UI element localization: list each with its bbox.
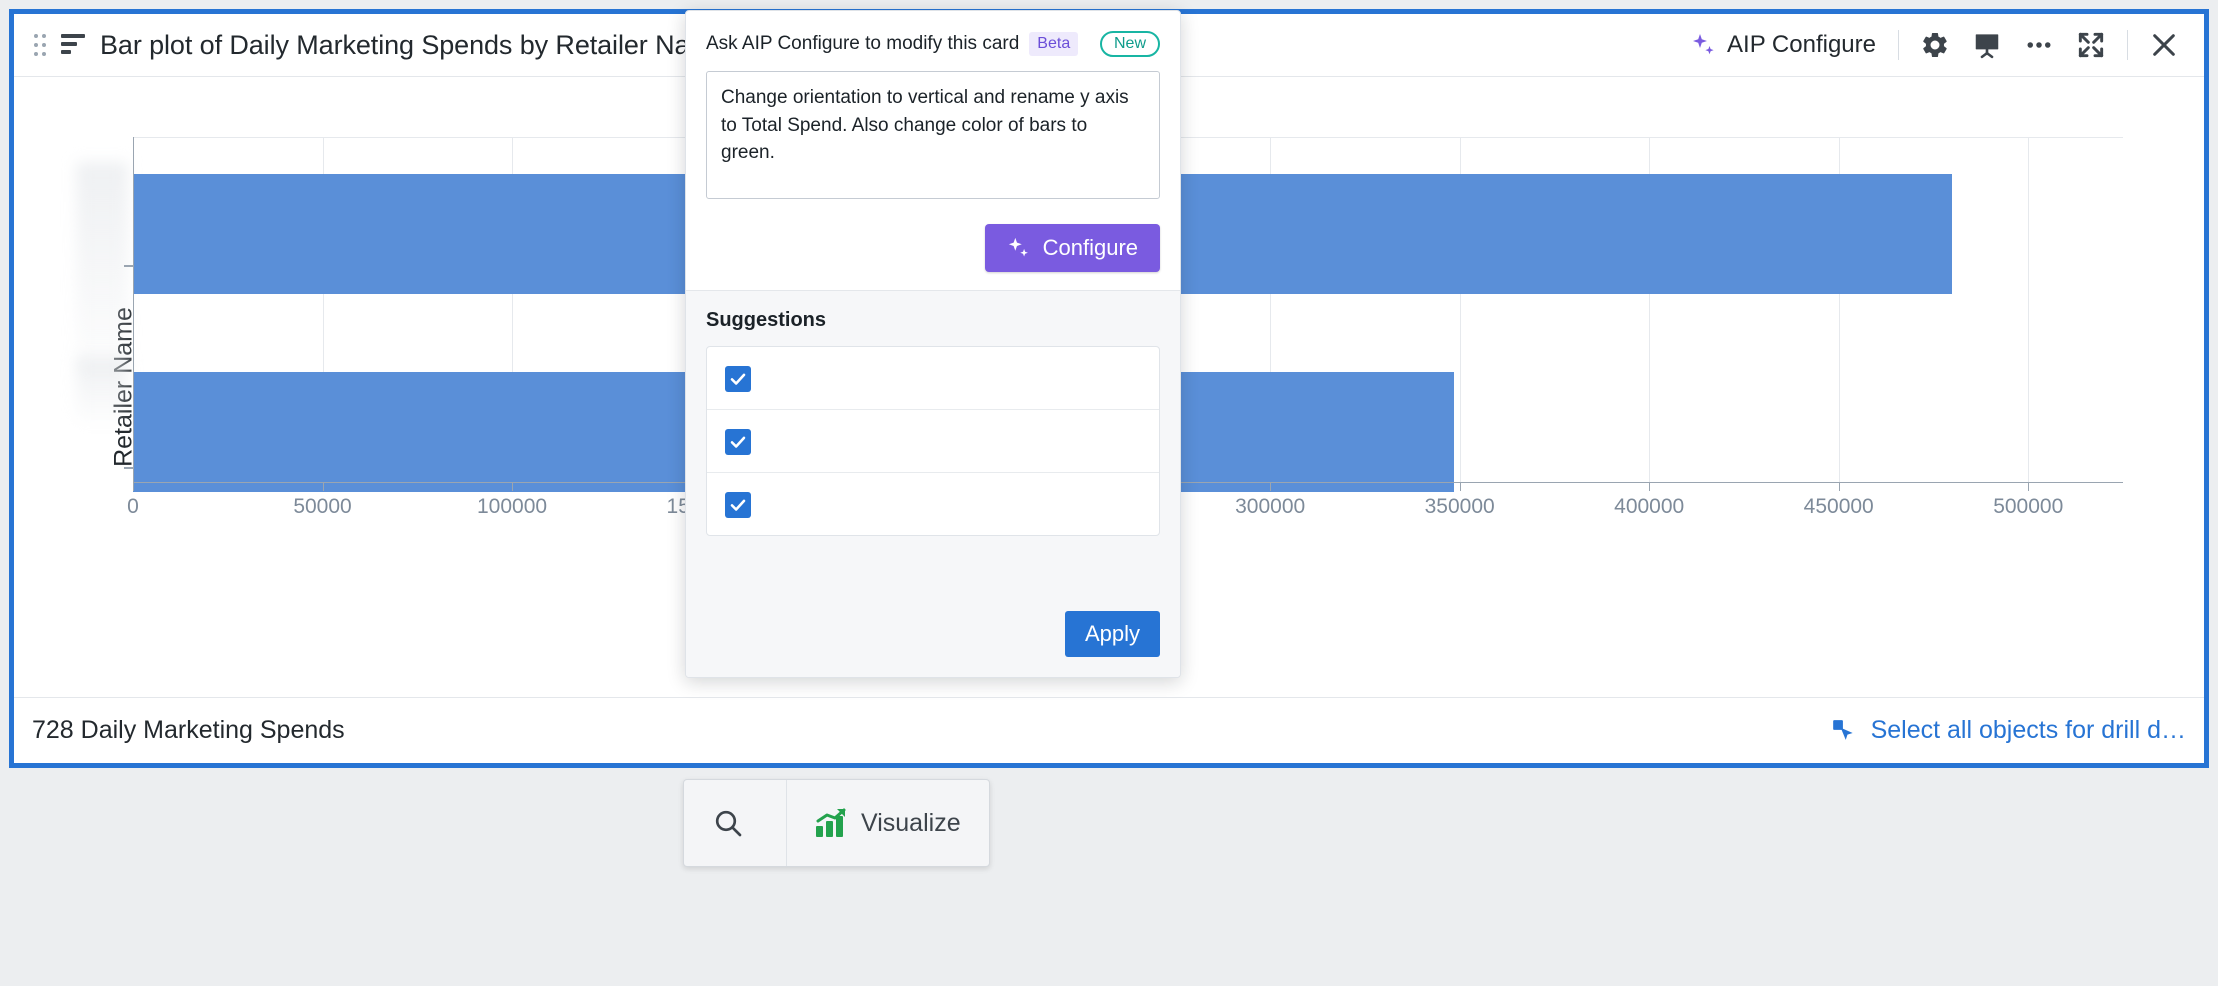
x-axis-tick-label: 100000	[477, 495, 548, 518]
x-axis-tick-label: 50000	[293, 495, 352, 518]
x-axis-tick-label: 300000	[1235, 495, 1306, 518]
drill-link-label: Select all objects for drill d…	[1870, 716, 2186, 744]
configure-button-label: Configure	[1042, 235, 1138, 260]
y-axis-line	[133, 137, 134, 482]
visualize-button[interactable]: Visualize	[787, 780, 989, 866]
sparkle-icon	[1007, 236, 1031, 260]
close-icon[interactable]	[2138, 22, 2190, 68]
record-count: 728 Daily Marketing Spends	[32, 716, 345, 744]
x-axis-tick	[1838, 482, 1840, 491]
screen: Bar plot of Daily Marketing Spends by Re…	[0, 0, 2218, 986]
gear-icon[interactable]	[1909, 22, 1961, 68]
x-axis-tick	[133, 482, 134, 491]
search-button[interactable]	[684, 780, 787, 866]
card-footer: 728 Daily Marketing Spends Select all ob…	[14, 697, 2204, 763]
category-label-blurred	[76, 162, 128, 372]
x-axis-tick-label: 350000	[1424, 495, 1495, 518]
x-axis-tick-label: 450000	[1803, 495, 1874, 518]
expand-icon[interactable]	[2065, 22, 2117, 68]
suggestion-item[interactable]	[707, 473, 1159, 535]
suggestion-item[interactable]	[707, 410, 1159, 473]
x-axis-tick	[1270, 482, 1272, 491]
suggestion-checkbox[interactable]	[725, 366, 751, 392]
aip-configure-label: AIP Configure	[1727, 31, 1876, 58]
aip-configure-popover: Ask AIP Configure to modify this card Be…	[685, 10, 1181, 678]
x-axis-tick	[322, 482, 324, 491]
divider	[1898, 30, 1899, 60]
popover-header: Ask AIP Configure to modify this card Be…	[706, 31, 1160, 57]
visualize-button-label: Visualize	[861, 808, 961, 837]
prompt-input[interactable]	[706, 71, 1160, 199]
x-axis-tick-label: 0	[127, 495, 139, 518]
popover-footer: Apply	[686, 593, 1180, 677]
select-objects-icon	[1831, 718, 1857, 744]
suggestion-item[interactable]	[707, 347, 1159, 410]
aip-configure-button[interactable]: AIP Configure	[1679, 27, 1888, 63]
apply-button[interactable]: Apply	[1064, 611, 1160, 657]
beta-badge: Beta	[1029, 32, 1079, 56]
visualize-chart-icon	[815, 808, 847, 838]
x-axis-tick	[1649, 482, 1651, 491]
page-title: Bar plot of Daily Marketing Spends by Re…	[100, 29, 727, 60]
suggestions-section: Suggestions	[686, 291, 1180, 593]
y-axis-tick	[124, 467, 133, 469]
popover-actions: Configure	[706, 224, 1160, 272]
suggestion-checkbox[interactable]	[725, 429, 751, 455]
y-axis-tick	[124, 265, 133, 267]
drag-handle-icon[interactable]	[32, 32, 48, 58]
popover-title: Ask AIP Configure to modify this card	[706, 33, 1020, 54]
x-axis-tick	[1459, 482, 1461, 491]
presentation-icon[interactable]	[1961, 22, 2013, 68]
configure-button[interactable]: Configure	[984, 224, 1160, 272]
x-axis-tick	[512, 482, 514, 491]
suggestions-list	[706, 346, 1160, 536]
search-icon	[712, 807, 744, 839]
bar-chart-type-icon	[60, 32, 88, 58]
suggestions-title: Suggestions	[706, 309, 827, 331]
popover-top-section: Ask AIP Configure to modify this card Be…	[686, 11, 1180, 290]
divider	[2127, 30, 2128, 60]
x-axis-tick-label: 400000	[1614, 495, 1685, 518]
more-icon[interactable]	[2013, 22, 2065, 68]
new-badge: New	[1099, 31, 1160, 57]
floating-toolbar: Visualize	[683, 779, 990, 867]
gridline	[2028, 137, 2030, 482]
x-axis-tick-label: 500000	[1993, 495, 2064, 518]
category-label-blurred	[76, 357, 128, 422]
select-all-drill-down-link[interactable]: Select all objects for drill d…	[1831, 716, 2186, 745]
header-tools: AIP Configure	[1679, 22, 2190, 68]
suggestion-checkbox[interactable]	[725, 492, 751, 518]
sparkle-icon	[1691, 32, 1717, 58]
x-axis-tick	[2028, 482, 2030, 491]
